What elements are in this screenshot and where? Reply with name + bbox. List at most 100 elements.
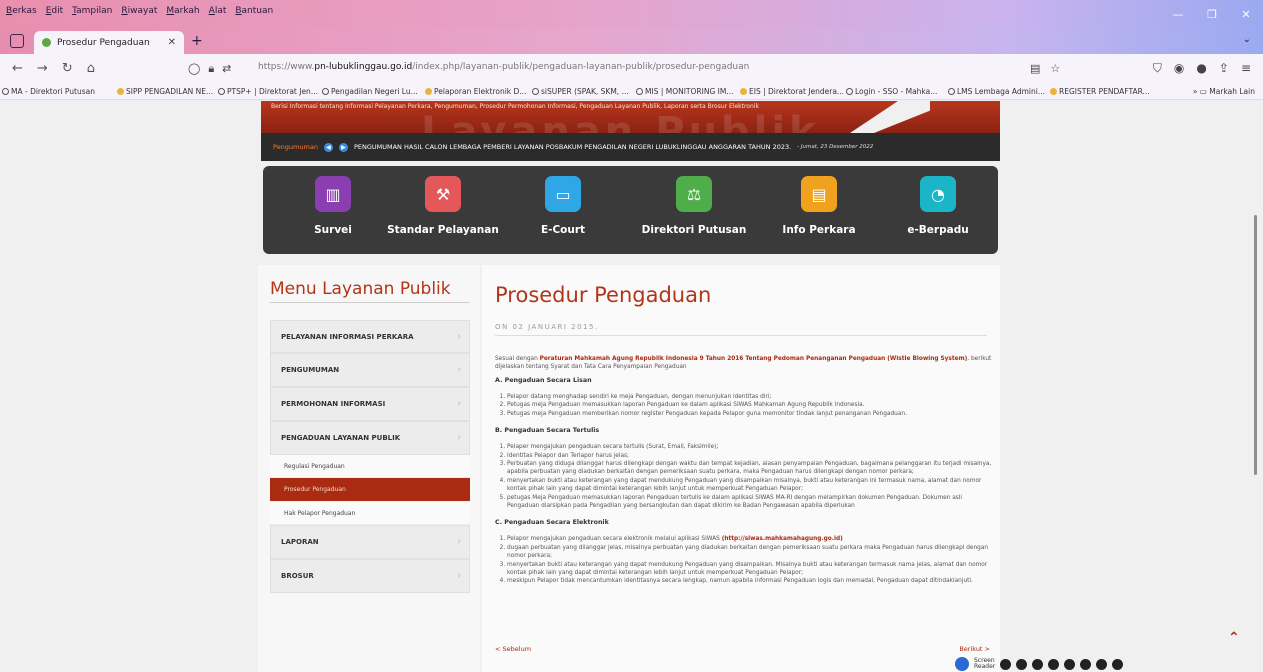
menu-riwayat[interactable]: Riwayat [121, 6, 157, 16]
bookmark-item[interactable]: Login - SSO - Mahka... [846, 87, 937, 96]
siwas-link[interactable]: (http://siwas.mahkamahagung.go.id) [722, 536, 843, 542]
url-field[interactable]: https://www.pn-lubuklinggau.go.id/index.… [258, 62, 749, 72]
sidebar-sub-hak-pelapor-pengaduan[interactable]: Hak Pelapor Pengaduan [270, 502, 470, 525]
sidebar-item-laporan[interactable]: LAPORAN › [270, 525, 470, 559]
article: Prosedur Pengaduan ON 02 JANUARI 2015. S… [482, 265, 1000, 672]
sidebar-sub-regulasi-pengaduan[interactable]: Regulasi Pengaduan [270, 455, 470, 478]
sidebar-item-brosur[interactable]: BROSUR › [270, 559, 470, 593]
bookmark-item[interactable]: MA - Direktori Putusan [2, 87, 95, 96]
pie-chart-icon: ◔ [920, 176, 956, 212]
chevron-right-icon: › [457, 331, 461, 342]
announcement-ticker: Pengumuman ◀ ▶ PENGUMUMAN HASIL CALON LE… [261, 133, 1000, 161]
screen-reader-label: Screen Reader [974, 657, 996, 670]
minimize-button[interactable]: — [1161, 0, 1195, 28]
service-e-berpadu[interactable]: ◔ e-Berpadu [878, 176, 998, 236]
reader-mode-icon[interactable]: ▤ [1030, 62, 1040, 75]
menu-edit[interactable]: Edit [46, 6, 63, 16]
shield-icon[interactable]: ◯ [188, 62, 200, 76]
extension-tray: Screen Reader [955, 656, 1124, 672]
bookmarks-toolbar: MA - Direktori Putusan SIPP PENGADILAN NE… [0, 84, 1263, 100]
chevron-right-icon: › [457, 399, 461, 409]
bookmark-item[interactable]: siSUPER (SPAK, SKM, ... [532, 87, 629, 96]
tray-icon[interactable] [1000, 658, 1012, 670]
sidebar-item-pengumuman[interactable]: PENGUMUMAN › [270, 353, 470, 387]
service-direktori-putusan[interactable]: ⚖ Direktori Putusan [634, 176, 754, 236]
tray-icon[interactable] [1096, 658, 1108, 670]
tray-icon[interactable] [1016, 658, 1028, 670]
sidebar-item-permohonan-informasi[interactable]: PERMOHONAN INFORMASI › [270, 387, 470, 421]
home-button[interactable]: ⌂ [87, 61, 95, 76]
forward-button[interactable]: → [37, 61, 48, 76]
bookmark-favicon-icon [948, 88, 955, 95]
sidebar-title: Menu Layanan Publik [270, 279, 451, 299]
permissions-icon[interactable]: ⇄ [222, 62, 231, 76]
extension-icon[interactable]: ◉ [1174, 61, 1184, 76]
ticker-next-icon[interactable]: ▶ [338, 142, 348, 152]
tab-overview-icon[interactable] [10, 34, 24, 48]
tray-icon[interactable] [1032, 658, 1044, 670]
ticker-text[interactable]: PENGUMUMAN HASIL CALON LEMBAGA PEMBERI L… [354, 143, 791, 151]
bookmark-favicon-icon [740, 88, 747, 95]
bookmark-star-icon[interactable]: ☆ [1050, 62, 1060, 75]
bookmark-item[interactable]: EIS | Direktorat Jendera... [740, 87, 844, 96]
bookmark-favicon-icon [1050, 88, 1057, 95]
bookmark-item[interactable]: LMS Lembaga Admini... [948, 87, 1045, 96]
menu-bantuan[interactable]: Bantuan [235, 6, 273, 16]
list-a: Pelapor datang menghadap sendiri ke meja… [507, 393, 995, 418]
scroll-to-top-icon[interactable]: ⌃ [1228, 630, 1240, 646]
section-heading-a: A. Pengaduan Secara Lisan [495, 376, 592, 384]
list-c: Pelapor mengajukan pengaduan secara elek… [507, 535, 995, 585]
sidebar-sub-prosedur-pengaduan[interactable]: Prosedur Pengaduan [270, 478, 470, 502]
lock-icon[interactable]: 🔒︎ [208, 62, 214, 76]
menu-markah[interactable]: Markah [166, 6, 199, 16]
tray-icon[interactable] [1048, 658, 1060, 670]
service-survei[interactable]: ▥ Survei [273, 176, 393, 236]
pocket-icon[interactable]: ⛉ [1153, 61, 1162, 76]
article-body: Sesuai dengan Peraturan Mahkamah Agung R… [495, 355, 995, 594]
prev-article-link[interactable]: < Sebelum [495, 645, 531, 653]
screen-reader-icon[interactable] [955, 657, 969, 671]
ticker-prev-icon[interactable]: ◀ [323, 142, 333, 152]
menu-alat[interactable]: Alat [209, 6, 227, 16]
tab-prosedur-pengaduan[interactable]: Prosedur Pengaduan ✕ [34, 31, 184, 54]
bookmarks-other-folder[interactable]: » ▭ Markah Lain [1193, 87, 1255, 96]
new-tab-button[interactable]: + [191, 33, 203, 49]
bookmark-item[interactable]: Pengadilan Negeri Lu... [322, 87, 418, 96]
bookmark-item[interactable]: Pelaporan Elektronik D... [425, 87, 526, 96]
bookmark-item[interactable]: PTSP+ | Direktorat Jen... [218, 87, 318, 96]
service-standar-pelayanan[interactable]: ⚒ Standar Pelayanan [383, 176, 503, 236]
article-date: ON 02 JANUARI 2015. [495, 323, 599, 331]
navigation-bar: ← → ↻ ⌂ ◯ 🔒︎ ⇄ https://www.pn-lubuklingg… [0, 54, 1263, 84]
bookmark-item[interactable]: SIPP PENGADILAN NE... [117, 87, 213, 96]
tray-icon[interactable] [1080, 658, 1092, 670]
tray-icon[interactable] [1112, 658, 1124, 670]
sidebar-item-pelayanan-informasi-perkara[interactable]: PELAYANAN INFORMASI PERKARA › [270, 320, 470, 353]
sidebar-item-pengaduan-layanan-publik[interactable]: PENGADUAN LAYANAN PUBLIK › [270, 421, 470, 455]
list-b: Pelaper mengajukan pengaduan secara tert… [507, 443, 995, 510]
menu-berkas[interactable]: Berkas [6, 6, 37, 16]
share-icon[interactable]: ⇪ [1219, 61, 1229, 76]
account-icon[interactable]: ● [1196, 61, 1206, 76]
maximize-button[interactable]: ❐ [1195, 0, 1229, 28]
bookmark-favicon-icon [218, 88, 225, 95]
reload-button[interactable]: ↻ [62, 61, 73, 76]
close-window-button[interactable]: ✕ [1229, 0, 1263, 28]
bookmark-item[interactable]: REGISTER PENDAFTAR... [1050, 87, 1150, 96]
tray-icon[interactable] [1064, 658, 1076, 670]
chevron-down-icon[interactable]: ⌄ [1243, 34, 1251, 45]
back-button[interactable]: ← [12, 61, 23, 76]
menu-tampilan[interactable]: Tampilan [72, 6, 112, 16]
section-heading-b: B. Pengaduan Secara Tertulis [495, 427, 600, 435]
bookmark-favicon-icon [425, 88, 432, 95]
service-info-perkara[interactable]: ▤ Info Perkara [759, 176, 879, 236]
hamburger-menu-icon[interactable]: ≡ [1241, 61, 1251, 76]
next-article-link[interactable]: Berikut > [959, 645, 990, 653]
survey-chart-icon: ▥ [315, 176, 351, 212]
bookmark-favicon-icon [322, 88, 329, 95]
service-e-court[interactable]: ▭ E-Court [503, 176, 623, 236]
tab-bar: Prosedur Pengaduan ✕ + ⌄ [0, 28, 1263, 54]
banner-ghost-text: Layanan Publik [421, 109, 820, 133]
close-tab-icon[interactable]: ✕ [168, 37, 176, 48]
page-scrollbar[interactable] [1254, 215, 1257, 475]
bookmark-item[interactable]: MIS | MONITORING IM... [636, 87, 733, 96]
